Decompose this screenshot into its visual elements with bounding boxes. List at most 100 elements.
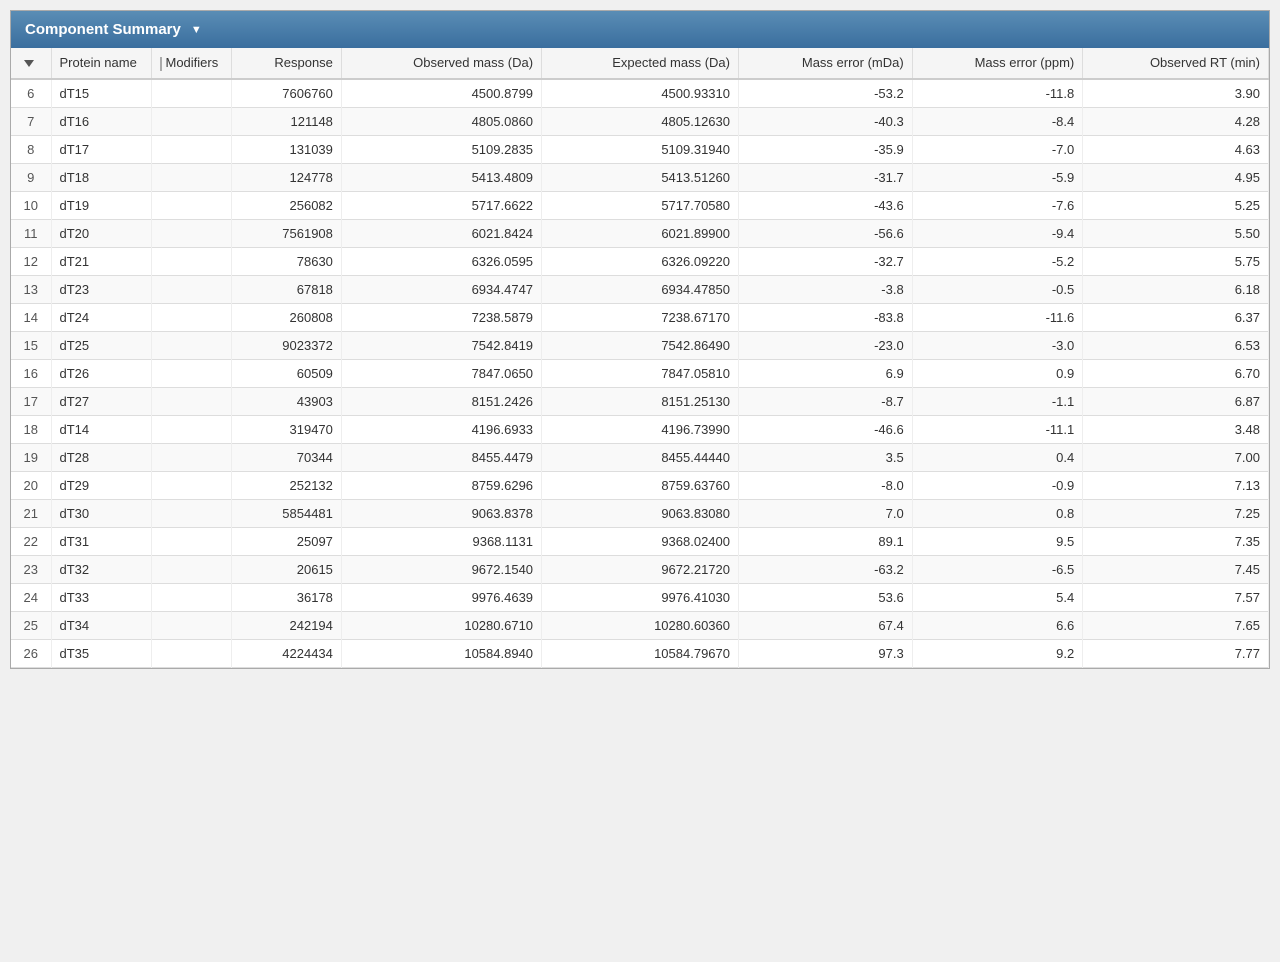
col-header-mass-error-ppm[interactable]: Mass error (ppm) <box>912 48 1083 79</box>
cell-expected-mass: 8455.44440 <box>542 443 739 471</box>
table-row[interactable]: 25dT3424219410280.671010280.6036067.46.6… <box>11 611 1269 639</box>
cell-modifiers <box>151 611 231 639</box>
col-divider-icon <box>160 57 162 71</box>
col-header-observed-mass[interactable]: Observed mass (Da) <box>341 48 541 79</box>
cell-response: 4224434 <box>231 639 341 667</box>
cell-mass-error-mda: 67.4 <box>739 611 913 639</box>
cell-observed-rt: 6.18 <box>1083 275 1269 303</box>
cell-index: 12 <box>11 247 51 275</box>
cell-modifiers <box>151 303 231 331</box>
cell-mass-error-ppm: 5.4 <box>912 583 1083 611</box>
table-row[interactable]: 16dT26605097847.06507847.058106.90.96.70 <box>11 359 1269 387</box>
table-row[interactable]: 9dT181247785413.48095413.51260-31.7-5.94… <box>11 163 1269 191</box>
cell-observed-rt: 7.13 <box>1083 471 1269 499</box>
cell-observed-mass: 7238.5879 <box>341 303 541 331</box>
col-header-observed-rt[interactable]: Observed RT (min) <box>1083 48 1269 79</box>
cell-mass-error-mda: -63.2 <box>739 555 913 583</box>
cell-observed-rt: 5.50 <box>1083 219 1269 247</box>
cell-protein-name: dT25 <box>51 331 151 359</box>
cell-observed-rt: 3.90 <box>1083 79 1269 108</box>
col-header-expected-mass[interactable]: Expected mass (Da) <box>542 48 739 79</box>
cell-observed-mass: 5413.4809 <box>341 163 541 191</box>
cell-protein-name: dT34 <box>51 611 151 639</box>
table-row[interactable]: 17dT27439038151.24268151.25130-8.7-1.16.… <box>11 387 1269 415</box>
cell-observed-rt: 7.25 <box>1083 499 1269 527</box>
cell-index: 16 <box>11 359 51 387</box>
panel-title: Component Summary <box>25 21 181 38</box>
table-row[interactable]: 11dT2075619086021.84246021.89900-56.6-9.… <box>11 219 1269 247</box>
cell-protein-name: dT28 <box>51 443 151 471</box>
table-row[interactable]: 23dT32206159672.15409672.21720-63.2-6.57… <box>11 555 1269 583</box>
cell-mass-error-ppm: -0.9 <box>912 471 1083 499</box>
col-header-index[interactable] <box>11 48 51 79</box>
cell-observed-rt: 4.28 <box>1083 107 1269 135</box>
cell-mass-error-mda: 3.5 <box>739 443 913 471</box>
cell-protein-name: dT30 <box>51 499 151 527</box>
cell-observed-mass: 9976.4639 <box>341 583 541 611</box>
table-row[interactable]: 21dT3058544819063.83789063.830807.00.87.… <box>11 499 1269 527</box>
table-row[interactable]: 15dT2590233727542.84197542.86490-23.0-3.… <box>11 331 1269 359</box>
cell-observed-rt: 7.00 <box>1083 443 1269 471</box>
cell-observed-rt: 5.25 <box>1083 191 1269 219</box>
cell-mass-error-mda: -56.6 <box>739 219 913 247</box>
col-header-response[interactable]: Response <box>231 48 341 79</box>
table-row[interactable]: 6dT1576067604500.87994500.93310-53.2-11.… <box>11 79 1269 108</box>
cell-observed-rt: 7.45 <box>1083 555 1269 583</box>
cell-expected-mass: 8759.63760 <box>542 471 739 499</box>
cell-mass-error-ppm: -3.0 <box>912 331 1083 359</box>
cell-index: 11 <box>11 219 51 247</box>
table-row[interactable]: 10dT192560825717.66225717.70580-43.6-7.6… <box>11 191 1269 219</box>
col-header-mass-error-mda[interactable]: Mass error (mDa) <box>739 48 913 79</box>
table-row[interactable]: 22dT31250979368.11319368.0240089.19.57.3… <box>11 527 1269 555</box>
cell-expected-mass: 4805.12630 <box>542 107 739 135</box>
cell-modifiers <box>151 583 231 611</box>
cell-mass-error-ppm: -11.8 <box>912 79 1083 108</box>
cell-expected-mass: 5109.31940 <box>542 135 739 163</box>
cell-observed-mass: 7847.0650 <box>341 359 541 387</box>
cell-expected-mass: 9976.41030 <box>542 583 739 611</box>
cell-protein-name: dT14 <box>51 415 151 443</box>
cell-index: 21 <box>11 499 51 527</box>
cell-protein-name: dT18 <box>51 163 151 191</box>
table-row[interactable]: 7dT161211484805.08604805.12630-40.3-8.44… <box>11 107 1269 135</box>
table-row[interactable]: 14dT242608087238.58797238.67170-83.8-11.… <box>11 303 1269 331</box>
cell-protein-name: dT27 <box>51 387 151 415</box>
cell-response: 319470 <box>231 415 341 443</box>
cell-observed-mass: 4196.6933 <box>341 415 541 443</box>
cell-protein-name: dT29 <box>51 471 151 499</box>
cell-response: 5854481 <box>231 499 341 527</box>
cell-response: 256082 <box>231 191 341 219</box>
table-row[interactable]: 19dT28703448455.44798455.444403.50.47.00 <box>11 443 1269 471</box>
table-row[interactable]: 20dT292521328759.62968759.63760-8.0-0.97… <box>11 471 1269 499</box>
cell-observed-mass: 8151.2426 <box>341 387 541 415</box>
cell-modifiers <box>151 163 231 191</box>
cell-protein-name: dT21 <box>51 247 151 275</box>
cell-expected-mass: 4196.73990 <box>542 415 739 443</box>
table-row[interactable]: 18dT143194704196.69334196.73990-46.6-11.… <box>11 415 1269 443</box>
cell-mass-error-ppm: 9.5 <box>912 527 1083 555</box>
table-row[interactable]: 8dT171310395109.28355109.31940-35.9-7.04… <box>11 135 1269 163</box>
table-row[interactable]: 13dT23678186934.47476934.47850-3.8-0.56.… <box>11 275 1269 303</box>
table-row[interactable]: 24dT33361789976.46399976.4103053.65.47.5… <box>11 583 1269 611</box>
cell-mass-error-mda: -23.0 <box>739 331 913 359</box>
cell-mass-error-mda: -40.3 <box>739 107 913 135</box>
cell-observed-mass: 10584.8940 <box>341 639 541 667</box>
table-row[interactable]: 12dT21786306326.05956326.09220-32.7-5.25… <box>11 247 1269 275</box>
cell-observed-mass: 8759.6296 <box>341 471 541 499</box>
panel-header[interactable]: Component Summary ▼ <box>11 11 1269 48</box>
cell-index: 26 <box>11 639 51 667</box>
col-header-protein-name[interactable]: Protein name <box>51 48 151 79</box>
cell-observed-mass: 6021.8424 <box>341 219 541 247</box>
col-header-modifiers[interactable]: Modifiers <box>151 48 231 79</box>
cell-observed-rt: 5.75 <box>1083 247 1269 275</box>
cell-response: 78630 <box>231 247 341 275</box>
cell-response: 25097 <box>231 527 341 555</box>
dropdown-arrow-icon[interactable]: ▼ <box>191 24 202 36</box>
cell-expected-mass: 9063.83080 <box>542 499 739 527</box>
cell-modifiers <box>151 247 231 275</box>
cell-observed-rt: 4.63 <box>1083 135 1269 163</box>
cell-expected-mass: 7542.86490 <box>542 331 739 359</box>
table-row[interactable]: 26dT35422443410584.894010584.7967097.39.… <box>11 639 1269 667</box>
cell-mass-error-ppm: -11.1 <box>912 415 1083 443</box>
cell-modifiers <box>151 331 231 359</box>
